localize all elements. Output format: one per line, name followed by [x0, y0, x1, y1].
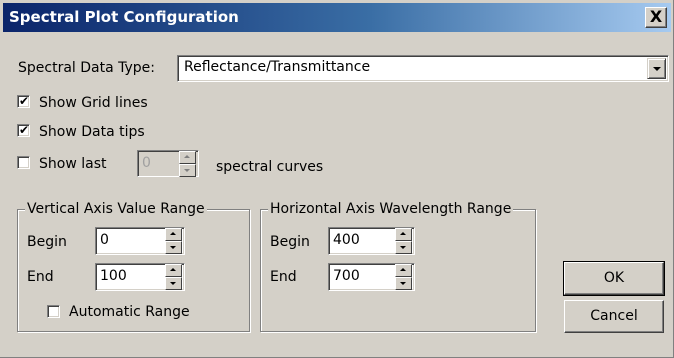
vertical-begin-input[interactable]: 0	[95, 227, 185, 255]
show-grid-checkbox[interactable]: ✔	[17, 94, 30, 108]
arrow-down-icon	[400, 282, 406, 285]
title-bar[interactable]: Spectral Plot Configuration X	[3, 3, 671, 32]
dropdown-button[interactable]	[647, 58, 666, 79]
show-last-count-value: 0	[142, 155, 151, 171]
spin-up-button[interactable]	[395, 264, 412, 277]
checkmark-icon: ✔	[19, 94, 30, 108]
show-data-tips-label[interactable]: Show Data tips	[39, 124, 145, 140]
horizontal-end-spinner[interactable]	[395, 264, 412, 290]
close-button[interactable]: X	[645, 7, 667, 28]
show-data-tips-checkbox[interactable]: ✔	[17, 123, 30, 137]
spin-up-button[interactable]	[165, 264, 182, 277]
arrow-up-icon	[170, 232, 176, 235]
spin-down-button[interactable]	[395, 241, 412, 254]
automatic-range-label[interactable]: Automatic Range	[69, 304, 190, 320]
checkmark-icon: ✔	[19, 123, 30, 137]
horizontal-end-label: End	[270, 269, 297, 285]
spin-up-button[interactable]	[179, 151, 196, 164]
vertical-range-title: Vertical Axis Value Range	[25, 201, 207, 217]
vertical-begin-value: 0	[100, 232, 109, 248]
cancel-button[interactable]: Cancel	[564, 300, 664, 333]
horizontal-begin-spinner[interactable]	[395, 228, 412, 254]
vertical-end-spinner[interactable]	[165, 264, 182, 290]
spin-down-button[interactable]	[395, 277, 412, 290]
arrow-down-icon	[170, 246, 176, 249]
chevron-down-icon	[653, 67, 661, 71]
arrow-up-icon	[400, 232, 406, 235]
horizontal-begin-input[interactable]: 400	[328, 227, 415, 255]
vertical-end-input[interactable]: 100	[95, 263, 185, 291]
window-title: Spectral Plot Configuration	[9, 8, 239, 26]
automatic-range-checkbox[interactable]	[47, 305, 60, 318]
vertical-end-value: 100	[100, 268, 127, 284]
arrow-down-icon	[170, 282, 176, 285]
arrow-down-icon	[400, 246, 406, 249]
data-type-value: Reflectance/Transmittance	[184, 59, 371, 75]
spin-down-button[interactable]	[179, 164, 196, 177]
vertical-end-label: End	[27, 269, 54, 285]
data-type-dropdown[interactable]: Reflectance/Transmittance	[177, 55, 669, 82]
arrow-up-icon	[184, 155, 190, 158]
spin-down-button[interactable]	[165, 241, 182, 254]
horizontal-end-value: 700	[333, 268, 360, 284]
show-last-suffix: spectral curves	[216, 159, 324, 175]
show-last-count-input[interactable]: 0	[137, 150, 199, 177]
show-last-label[interactable]: Show last	[39, 156, 106, 172]
horizontal-range-title: Horizontal Axis Wavelength Range	[268, 201, 514, 217]
arrow-down-icon	[184, 169, 190, 172]
vertical-begin-spinner[interactable]	[165, 228, 182, 254]
ok-button[interactable]: OK	[563, 261, 665, 296]
spin-down-button[interactable]	[165, 277, 182, 290]
data-type-label: Spectral Data Type:	[18, 60, 155, 76]
spin-up-button[interactable]	[165, 228, 182, 241]
close-icon: X	[649, 7, 663, 26]
spin-up-button[interactable]	[395, 228, 412, 241]
arrow-up-icon	[170, 268, 176, 271]
horizontal-end-input[interactable]: 700	[328, 263, 415, 291]
vertical-begin-label: Begin	[27, 234, 67, 250]
spectral-plot-config-dialog: Spectral Plot Configuration X Spectral D…	[0, 0, 674, 358]
show-last-spinner[interactable]	[179, 151, 196, 177]
arrow-up-icon	[400, 268, 406, 271]
horizontal-begin-value: 400	[333, 232, 360, 248]
show-grid-label[interactable]: Show Grid lines	[39, 95, 148, 111]
show-last-checkbox[interactable]	[17, 156, 30, 169]
horizontal-begin-label: Begin	[270, 234, 310, 250]
